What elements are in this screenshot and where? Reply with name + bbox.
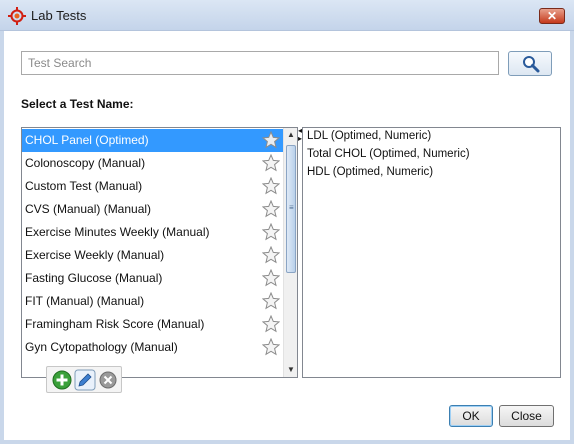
scroll-grip-icon: ≡	[289, 203, 294, 212]
test-list[interactable]: CHOL Panel (Optimed) Colonoscopy (Manual…	[21, 127, 298, 378]
component-item: LDL (Optimed, Numeric)	[307, 130, 432, 142]
scroll-down-arrow-icon[interactable]: ▼	[284, 363, 297, 377]
favorite-star-icon[interactable]	[262, 292, 280, 310]
list-item[interactable]: Colonoscopy (Manual)	[22, 152, 283, 175]
test-search-input[interactable]	[21, 51, 499, 75]
list-item[interactable]: Fasting Glucose (Manual)	[22, 267, 283, 290]
component-item: HDL (Optimed, Numeric)	[307, 166, 434, 178]
search-icon	[523, 56, 540, 73]
favorite-star-icon[interactable]	[262, 246, 280, 264]
favorite-star-icon[interactable]	[262, 269, 280, 287]
list-item[interactable]: Framingham Risk Score (Manual)	[22, 313, 283, 336]
favorite-star-icon[interactable]	[262, 223, 280, 241]
window-title: Lab Tests	[31, 8, 87, 23]
favorite-star-icon[interactable]	[262, 177, 280, 195]
close-button[interactable]: Close	[499, 405, 554, 427]
list-item-label: Gyn Cytopathology (Manual)	[25, 340, 178, 354]
test-components-list: LDL (Optimed, Numeric) Total CHOL (Optim…	[302, 127, 561, 378]
list-item[interactable]: CHOL Panel (Optimed)	[22, 129, 283, 152]
scroll-up-arrow-icon[interactable]: ▲	[284, 128, 297, 142]
list-toolbar	[46, 366, 122, 393]
list-item[interactable]: FIT (Manual) (Manual)	[22, 290, 283, 313]
remove-icon[interactable]	[97, 369, 119, 391]
favorite-star-icon[interactable]	[262, 200, 280, 218]
list-item[interactable]: Custom Test (Manual)	[22, 175, 283, 198]
favorite-star-icon[interactable]	[262, 338, 280, 356]
list-item-label: Colonoscopy (Manual)	[25, 156, 146, 170]
window-close-button[interactable]: ✕	[539, 8, 565, 24]
app-logo-icon	[8, 7, 26, 25]
ok-button[interactable]: OK	[449, 405, 493, 427]
list-item[interactable]: Exercise Weekly (Manual)	[22, 244, 283, 267]
list-item[interactable]: CVS (Manual) (Manual)	[22, 198, 283, 221]
list-item-label: Exercise Minutes Weekly (Manual)	[25, 225, 210, 239]
list-item-label: Custom Test (Manual)	[25, 179, 143, 193]
favorite-star-icon[interactable]	[262, 315, 280, 333]
list-item-label: FIT (Manual) (Manual)	[25, 294, 145, 308]
list-item[interactable]: Exercise Minutes Weekly (Manual)	[22, 221, 283, 244]
favorite-star-icon[interactable]	[262, 154, 280, 172]
list-item-label: Exercise Weekly (Manual)	[25, 248, 165, 262]
scroll-thumb[interactable]: ≡	[286, 145, 296, 273]
select-test-label: Select a Test Name:	[21, 97, 134, 111]
edit-pencil-icon[interactable]	[74, 369, 96, 391]
add-icon[interactable]	[51, 369, 73, 391]
favorite-star-icon[interactable]	[262, 131, 280, 149]
list-item-label: Fasting Glucose (Manual)	[25, 271, 163, 285]
list-item-label: CVS (Manual) (Manual)	[25, 202, 152, 216]
component-item: Total CHOL (Optimed, Numeric)	[307, 148, 470, 160]
title-bar: Lab Tests ✕	[0, 0, 574, 31]
list-scrollbar[interactable]: ▲ ≡ ▼	[283, 128, 297, 377]
list-item-label: CHOL Panel (Optimed)	[25, 133, 149, 147]
search-button[interactable]	[508, 51, 552, 76]
list-item-label: Framingham Risk Score (Manual)	[25, 317, 205, 331]
list-item[interactable]: Gyn Cytopathology (Manual)	[22, 336, 283, 359]
